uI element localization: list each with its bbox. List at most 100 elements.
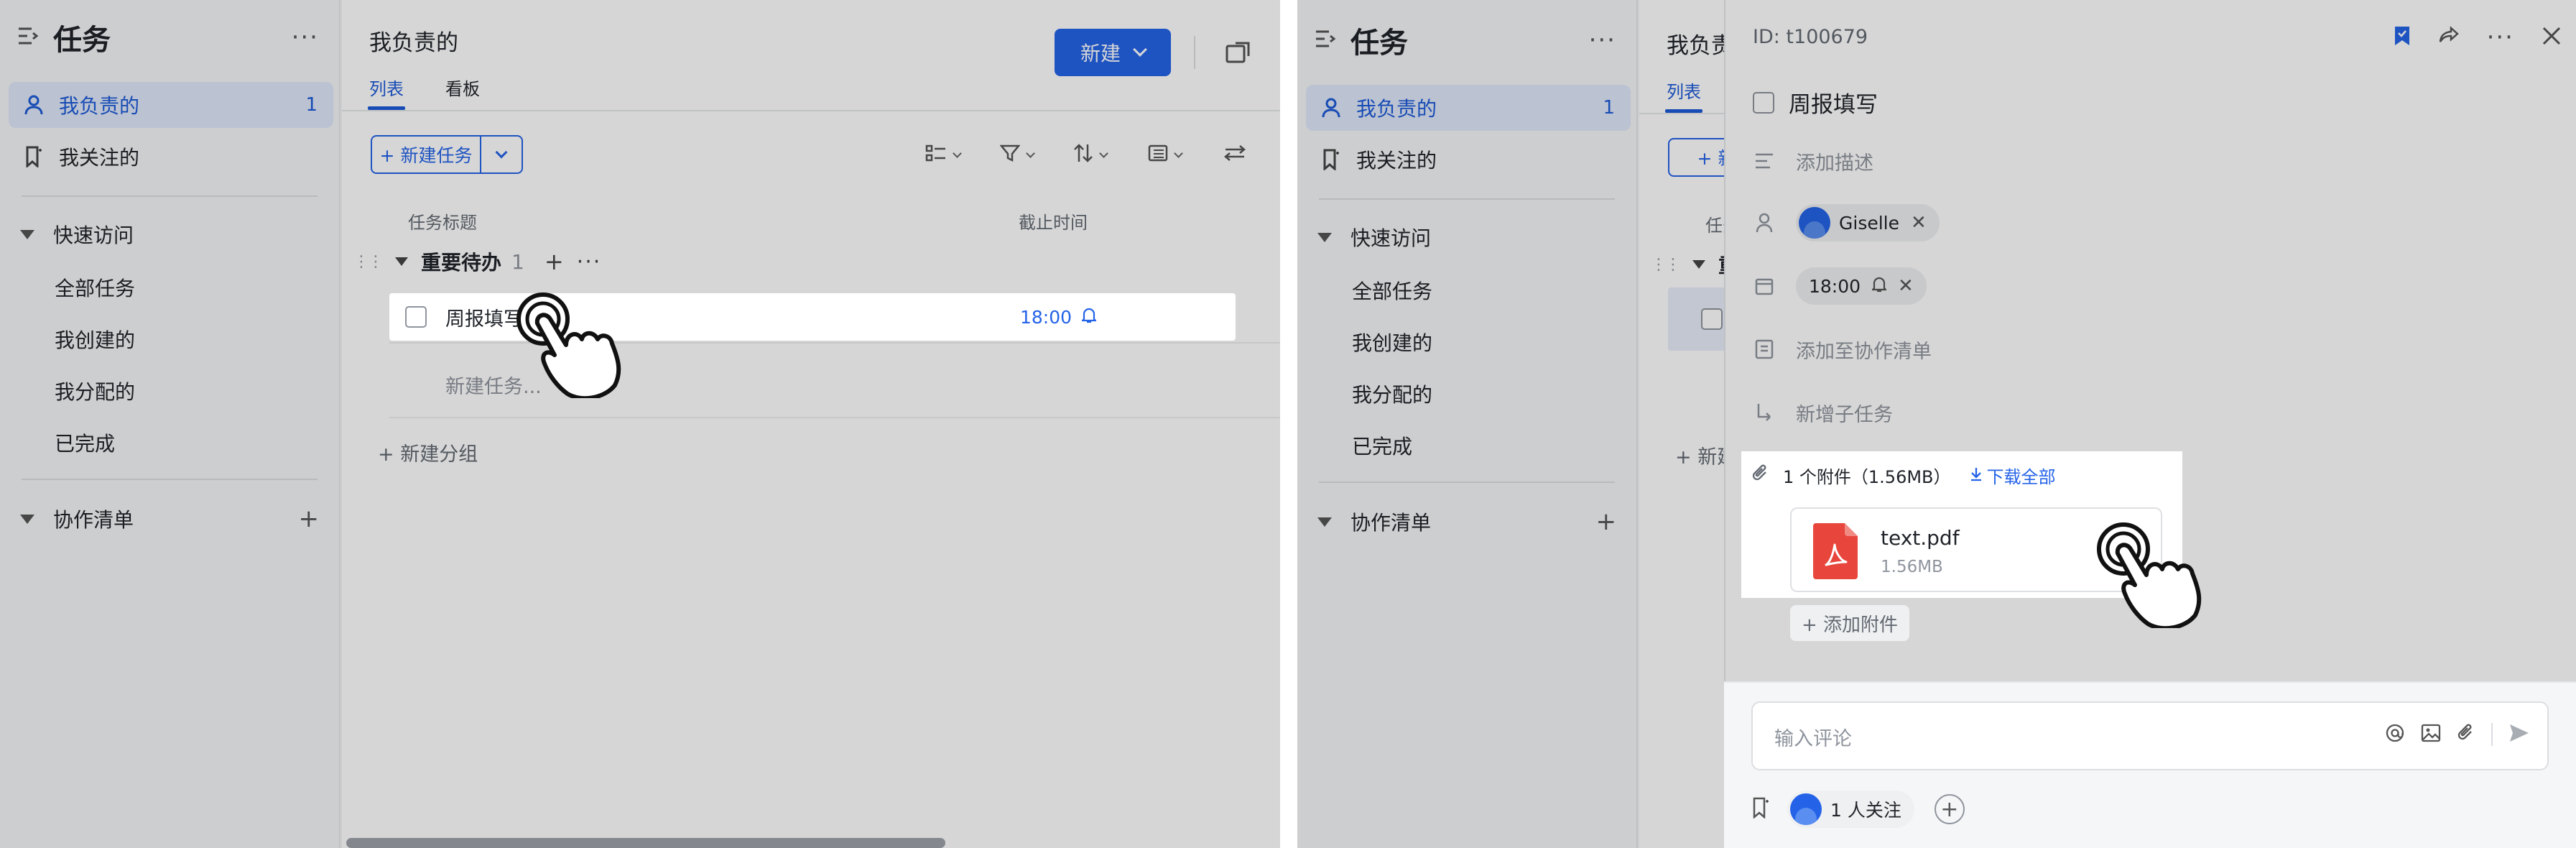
detail-title-row: 周报填写 (1753, 86, 1878, 119)
add-task-dropdown[interactable] (481, 137, 522, 172)
assignee-chip[interactable]: Giselle ✕ (1796, 204, 1940, 241)
remove-due-icon[interactable]: ✕ (1898, 275, 1914, 297)
task-checkbox[interactable] (1753, 91, 1774, 114)
assignee-row: Giselle ✕ (1753, 204, 1940, 241)
quick-access-label: 快速访问 (1350, 226, 1432, 250)
screen-list-view: 任务 ··· 我负责的 1 我关注的 快速访问 全部任务 我创建的 我分配的 已… (0, 0, 1280, 848)
sidebar-item-completed[interactable]: 已完成 (55, 428, 115, 457)
more-icon[interactable]: ··· (2487, 23, 2514, 52)
add-task-label[interactable]: + 新建任务 (372, 137, 481, 172)
list-toggle-icon[interactable] (17, 26, 39, 49)
horizontal-scrollbar[interactable] (346, 838, 945, 848)
screen-task-detail: 任务 ··· 我负责的 1 我关注的 快速访问 全部任务 我创建的 我分配的 已… (1297, 0, 2576, 848)
new-button[interactable]: 新建 (1055, 29, 1171, 76)
open-side-panel-icon[interactable] (1226, 42, 1250, 63)
subtask-filter-icon (925, 144, 947, 167)
quick-access-toggle[interactable]: 快速访问 (1317, 223, 1616, 252)
sidebar-item-created[interactable]: 我创建的 (55, 325, 135, 354)
tab-board[interactable]: 看板 (445, 75, 480, 100)
view-button[interactable] (1148, 141, 1183, 170)
sidebar-item-mine[interactable]: 我负责的 1 (1306, 85, 1631, 131)
task-checkbox[interactable] (1701, 308, 1723, 330)
sidebar-item-assigned[interactable]: 我分配的 (55, 377, 135, 405)
task-checkbox[interactable] (405, 306, 427, 328)
tab-list[interactable]: 列表 (369, 75, 404, 100)
sidebar-item-created[interactable]: 我创建的 (1352, 328, 1432, 356)
task-due-time: 18:00 (1020, 306, 1072, 328)
more-icon[interactable]: ··· (1589, 26, 1616, 55)
quick-access-toggle[interactable]: 快速访问 (20, 220, 319, 249)
due-chip[interactable]: 18:00 ✕ (1796, 267, 1927, 305)
add-to-list[interactable]: 添加至协作清单 (1796, 336, 1932, 364)
due-time: 18:00 (1809, 275, 1861, 297)
remove-assignee-icon[interactable]: ✕ (1911, 212, 1927, 234)
sidebar-item-label: 我负责的 (1356, 97, 1437, 121)
caret-down-icon (20, 514, 34, 524)
task-title[interactable]: 周报填写 (1789, 86, 1878, 119)
user-icon (1320, 97, 1342, 119)
new-group-button[interactable]: + 新建分组 (378, 438, 478, 466)
sort-icon (1073, 143, 1093, 167)
share-icon[interactable] (2438, 26, 2460, 49)
tab-list[interactable]: 列表 (1667, 78, 1701, 103)
sidebar-item-completed[interactable]: 已完成 (1352, 431, 1412, 460)
description-row[interactable]: 添加描述 (1753, 142, 1873, 180)
add-collab-list-button[interactable]: + (1596, 507, 1617, 536)
sidebar-item-assigned[interactable]: 我分配的 (1352, 379, 1432, 408)
table-row[interactable]: 周报填写 18:00 (389, 293, 1236, 341)
group-add-button[interactable]: + (545, 248, 564, 275)
calendar-icon (1753, 275, 1776, 298)
add-description[interactable]: 添加描述 (1796, 147, 1873, 175)
chevron-down-icon (495, 146, 508, 159)
list-toggle-icon[interactable] (1315, 29, 1336, 52)
divider (389, 417, 1280, 418)
app-title: 任务 (53, 24, 111, 57)
drag-handle-icon[interactable]: ⋮⋮ (1651, 256, 1681, 274)
subtask-filter-button[interactable] (925, 141, 962, 170)
bookmark-icon (1320, 149, 1342, 170)
sidebar-item-all[interactable]: 全部任务 (55, 273, 135, 302)
sidebar-item-label: 我关注的 (1356, 149, 1437, 172)
user-icon (1753, 211, 1776, 234)
detail-actions: ··· (2394, 23, 2562, 52)
close-icon[interactable] (2542, 26, 2562, 49)
divider (1319, 198, 1615, 200)
sidebar-item-mine[interactable]: 我负责的 1 (9, 82, 333, 128)
task-id: ID: t100679 (1753, 26, 1868, 48)
collab-list-toggle[interactable]: 协作清单 + (1317, 507, 1616, 536)
avatar (1799, 207, 1830, 239)
new-task-placeholder[interactable]: 新建任务... (445, 371, 542, 399)
subtask-icon (1753, 401, 1776, 424)
quick-access-label: 快速访问 (53, 223, 134, 247)
divider (22, 479, 318, 480)
app-title: 任务 (1350, 27, 1408, 60)
add-collab-list-button[interactable]: + (299, 504, 320, 533)
description-icon (1753, 149, 1776, 172)
new-button-label: 新建 (1080, 42, 1121, 65)
sort-button[interactable] (1073, 141, 1108, 170)
settings-button[interactable] (1224, 141, 1246, 170)
main-content: 我负责的 列表 看板 新建 + 新建任务 任务标题 截止时间 ⋮⋮ 重要待办 1… (342, 0, 1280, 848)
sidebar-item-all[interactable]: 全部任务 (1352, 276, 1432, 305)
user-icon (23, 94, 45, 116)
add-task-button[interactable]: + 新建任务 (371, 135, 523, 174)
collab-list-toggle[interactable]: 协作清单 + (20, 504, 319, 533)
filter-button[interactable] (999, 141, 1035, 170)
sidebar-item-label: 我负责的 (59, 94, 140, 118)
subtask-row[interactable]: 新增子任务 (1753, 394, 1893, 431)
add-subtask[interactable]: 新增子任务 (1796, 399, 1893, 427)
group-count: 1 (511, 249, 524, 274)
task-title[interactable]: 周报填写 (445, 303, 523, 331)
drag-handle-icon[interactable]: ⋮⋮ (353, 253, 384, 271)
column-header-title: 任务标题 (408, 213, 477, 233)
collab-list-row[interactable]: 添加至协作清单 (1753, 331, 1932, 368)
more-icon[interactable]: ··· (292, 23, 319, 52)
sidebar-item-following[interactable]: 我关注的 (9, 134, 333, 180)
group-header[interactable]: ⋮⋮ 重要待办 1 + ··· (353, 247, 601, 276)
group-name: 重要待办 (421, 251, 502, 275)
bookmark-filled-icon[interactable] (2394, 25, 2411, 50)
task-due[interactable]: 18:00 (1020, 306, 1098, 328)
group-more-button[interactable]: ··· (577, 249, 602, 275)
chevron-down-icon (1099, 149, 1108, 158)
sidebar-item-following[interactable]: 我关注的 (1306, 137, 1631, 183)
